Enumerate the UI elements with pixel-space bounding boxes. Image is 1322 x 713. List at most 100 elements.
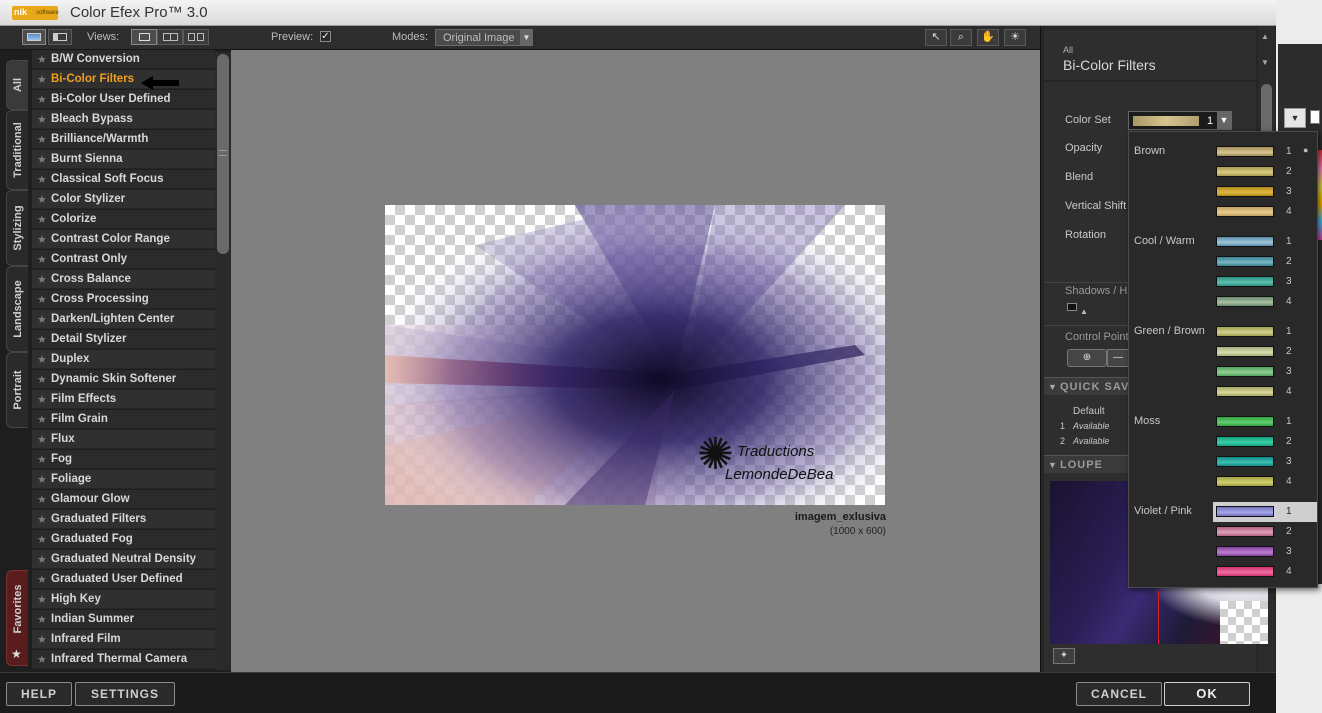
favorite-star-icon[interactable]: ★: [37, 653, 47, 666]
favorite-star-icon[interactable]: ★: [37, 413, 47, 426]
filter-item[interactable]: ★ Cross Processing: [32, 290, 215, 309]
filter-list-scrollbar[interactable]: [215, 52, 231, 670]
favorite-star-icon[interactable]: ★: [37, 373, 47, 386]
favorite-star-icon[interactable]: ★: [37, 433, 47, 446]
filter-item[interactable]: ★ B/W Conversion: [32, 50, 215, 69]
filter-item[interactable]: ★ Bi-Color User Defined: [32, 90, 215, 109]
ok-button[interactable]: OK: [1164, 682, 1250, 706]
filter-item[interactable]: ★ Film Effects: [32, 390, 215, 409]
favorite-star-icon[interactable]: ★: [37, 533, 47, 546]
favorite-star-icon[interactable]: ★: [37, 573, 47, 586]
pointer-tool-icon[interactable]: ↖: [925, 29, 947, 46]
filter-item[interactable]: ★ Duplex: [32, 350, 215, 369]
view-side-by-side-button[interactable]: [183, 29, 209, 45]
filter-item[interactable]: ★ Film Grain: [32, 410, 215, 429]
settings-button[interactable]: SETTINGS: [75, 682, 175, 706]
color-set-option[interactable]: 1 ●: [1213, 142, 1317, 162]
filter-item[interactable]: ★ Bi-Color Filters: [32, 70, 215, 89]
favorite-star-icon[interactable]: ★: [37, 293, 47, 306]
filter-item[interactable]: ★ Fog: [32, 450, 215, 469]
favorite-star-icon[interactable]: ★: [37, 393, 47, 406]
color-set-option[interactable]: 4: [1213, 562, 1317, 582]
color-set-option[interactable]: 2: [1213, 522, 1317, 542]
favorite-star-icon[interactable]: ★: [37, 473, 47, 486]
color-set-option[interactable]: 4: [1213, 292, 1317, 312]
color-set-option[interactable]: 3: [1213, 182, 1317, 202]
filter-item[interactable]: ★ Darken/Lighten Center: [32, 310, 215, 329]
color-set-select[interactable]: 1 ▼: [1128, 111, 1232, 130]
split-thumbs-icon[interactable]: [48, 29, 72, 45]
color-set-option[interactable]: 3: [1213, 272, 1317, 292]
favorite-star-icon[interactable]: ★: [37, 113, 47, 126]
color-set-option[interactable]: 1: [1213, 232, 1317, 252]
tab-traditional[interactable]: Traditional: [6, 110, 28, 190]
color-set-option[interactable]: 1: [1213, 412, 1317, 432]
view-split-button[interactable]: [157, 29, 183, 45]
filter-item[interactable]: ★ Dynamic Skin Softener: [32, 370, 215, 389]
color-set-option[interactable]: 2: [1213, 162, 1317, 182]
quick-save-slot-1[interactable]: Available: [1073, 421, 1109, 431]
favorite-star-icon[interactable]: ★: [37, 493, 47, 506]
color-set-option[interactable]: 2: [1213, 342, 1317, 362]
filter-item[interactable]: ★ Detail Stylizer: [32, 330, 215, 349]
quick-save-slot-2[interactable]: Available: [1073, 436, 1109, 446]
zoom-tool-icon[interactable]: ⌕: [950, 29, 972, 46]
scroll-up-icon[interactable]: ▲: [1261, 32, 1269, 41]
tab-favorites[interactable]: Favorites ★: [6, 570, 28, 666]
remove-control-point-button[interactable]: —: [1107, 349, 1129, 367]
color-set-option[interactable]: 4: [1213, 472, 1317, 492]
preview-checkbox[interactable]: ✓: [320, 31, 331, 42]
favorite-star-icon[interactable]: ★: [37, 353, 47, 366]
preview-image[interactable]: ✺ Traductions LemondeDeBea: [385, 205, 885, 505]
shadows-slider-handle[interactable]: ▲: [1080, 307, 1088, 316]
favorite-star-icon[interactable]: ★: [37, 333, 47, 346]
filter-item[interactable]: ★ Color Stylizer: [32, 190, 215, 209]
color-set-option[interactable]: 1: [1213, 502, 1317, 522]
favorite-star-icon[interactable]: ★: [37, 313, 47, 326]
cancel-button[interactable]: CANCEL: [1076, 682, 1162, 706]
help-button[interactable]: HELP: [6, 682, 72, 706]
add-control-point-button[interactable]: ⊕: [1067, 349, 1107, 367]
filter-item[interactable]: ★ Colorize: [32, 210, 215, 229]
filter-item[interactable]: ★ Graduated Fog: [32, 530, 215, 549]
filter-item[interactable]: ★ Bleach Bypass: [32, 110, 215, 129]
modes-select[interactable]: Original Image ▼: [435, 29, 533, 46]
filter-item[interactable]: ★ Graduated User Defined: [32, 570, 215, 589]
filter-item[interactable]: ★ Cross Balance: [32, 270, 215, 289]
filter-item[interactable]: ★ Infrared Film: [32, 630, 215, 649]
scroll-down-icon[interactable]: ▼: [1261, 58, 1269, 67]
hand-tool-icon[interactable]: ✋: [977, 29, 999, 46]
favorite-star-icon[interactable]: ★: [37, 613, 47, 626]
color-set-option[interactable]: 4: [1213, 202, 1317, 222]
filter-item[interactable]: ★ Burnt Sienna: [32, 150, 215, 169]
shadows-swatch[interactable]: [1067, 303, 1077, 311]
favorite-star-icon[interactable]: ★: [37, 73, 47, 86]
color-set-option[interactable]: 1: [1213, 322, 1317, 342]
favorite-star-icon[interactable]: ★: [37, 513, 47, 526]
favorite-star-icon[interactable]: ★: [37, 213, 47, 226]
favorite-star-icon[interactable]: ★: [37, 153, 47, 166]
color-set-option[interactable]: 2: [1213, 432, 1317, 452]
filter-item[interactable]: ★ Graduated Neutral Density: [32, 550, 215, 569]
color-set-option[interactable]: 3: [1213, 452, 1317, 472]
view-single-button[interactable]: [131, 29, 157, 45]
filter-item[interactable]: ★ Graduated Filters: [32, 510, 215, 529]
filter-item[interactable]: ★ Flux: [32, 430, 215, 449]
color-set-option[interactable]: 2: [1213, 252, 1317, 272]
favorite-star-icon[interactable]: ★: [37, 173, 47, 186]
filter-item[interactable]: ★ Brilliance/Warmth: [32, 130, 215, 149]
favorite-star-icon[interactable]: ★: [37, 453, 47, 466]
tab-all[interactable]: All: [6, 60, 28, 110]
filter-item[interactable]: ★ Foliage: [32, 470, 215, 489]
favorite-star-icon[interactable]: ★: [37, 53, 47, 66]
light-tool-icon[interactable]: ☀: [1004, 29, 1026, 46]
favorite-star-icon[interactable]: ★: [37, 193, 47, 206]
color-set-option[interactable]: 3: [1213, 362, 1317, 382]
filter-item[interactable]: ★ Contrast Color Range: [32, 230, 215, 249]
tab-landscape[interactable]: Landscape: [6, 266, 28, 352]
favorite-star-icon[interactable]: ★: [37, 593, 47, 606]
color-set-option[interactable]: 4: [1213, 382, 1317, 402]
color-set-option[interactable]: 3: [1213, 542, 1317, 562]
favorite-star-icon[interactable]: ★: [37, 93, 47, 106]
tab-stylizing[interactable]: Stylizing: [6, 190, 28, 266]
